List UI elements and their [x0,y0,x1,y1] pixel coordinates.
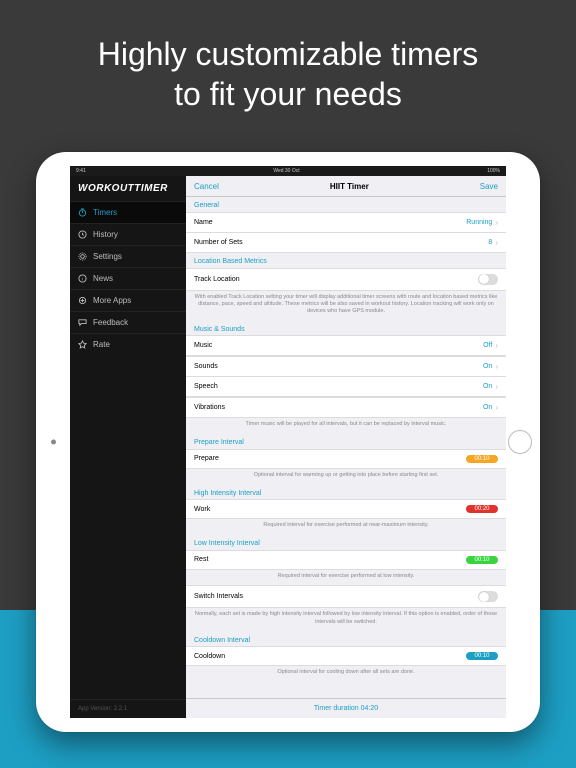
sidebar-item-label: Rate [93,340,110,349]
row-prepare[interactable]: Prepare00:10 [186,449,506,469]
sidebar-item-label: History [93,230,118,239]
pill-work: 00:20 [466,505,498,513]
section-header-prepare: Prepare Interval [186,434,506,449]
camera-dot [51,440,56,445]
row-rest[interactable]: Rest00:10 [186,550,506,570]
toggle-switch-intervals[interactable] [478,591,498,602]
section-header-high: High Intensity Interval [186,485,506,500]
row-cooldown[interactable]: Cooldown00:10 [186,646,506,666]
hint-music: Timer music will be played for all inter… [186,418,506,434]
timer-duration-footer: Timer duration 04:20 [186,698,506,718]
chevron-right-icon: › [495,218,498,227]
gear-icon [78,252,87,261]
settings-pane: Cancel HIIT Timer Save General Name Runn… [186,176,506,718]
hint-switch: Normally, each set is made by high inten… [186,608,506,631]
hint-prepare: Optional interval for warming up or gett… [186,469,506,485]
hint-track-location: With enabled Track Location setting your… [186,291,506,321]
app-brand: WORKOUTTIMER [70,176,186,201]
section-header-music: Music & Sounds [186,321,506,336]
tablet-frame: 9:41 Wed 30 Oct 100% WORKOUTTIMER Timers [36,152,540,732]
section-header-low: Low Intensity Interval [186,535,506,550]
app-version: App Version: 2.2.1 [70,699,186,718]
status-bar: 9:41 Wed 30 Oct 100% [70,166,506,176]
history-icon [78,230,87,239]
sidebar-item-label: Timers [93,208,117,217]
home-button[interactable] [508,430,532,454]
sidebar-item-label: More Apps [93,296,131,305]
sidebar-item-feedback[interactable]: Feedback [70,311,186,333]
sidebar-item-timers[interactable]: Timers [70,201,186,223]
timer-icon [78,208,87,217]
section-header-cooldown: Cooldown Interval [186,632,506,647]
sidebar-item-news[interactable]: i News [70,267,186,289]
sidebar-item-label: News [93,274,113,283]
svg-text:i: i [82,276,83,281]
apps-icon [78,296,87,305]
row-work[interactable]: Work00:20 [186,499,506,519]
row-music[interactable]: MusicOff› [186,335,506,356]
sidebar-item-history[interactable]: History [70,223,186,245]
hint-cooldown: Optional interval for cooling down after… [186,666,506,682]
row-sounds[interactable]: SoundsOn› [186,356,506,377]
page-title: HIIT Timer [330,182,369,191]
sidebar-item-rate[interactable]: Rate [70,333,186,355]
section-header-location: Location Based Metrics [186,253,506,268]
sidebar-item-label: Settings [93,252,122,261]
row-number-of-sets[interactable]: Number of Sets 8› [186,232,506,253]
sidebar-item-label: Feedback [93,318,128,327]
sidebar-item-settings[interactable]: Settings [70,245,186,267]
row-vibrations[interactable]: VibrationsOn› [186,397,506,418]
save-button[interactable]: Save [480,182,498,191]
toggle-track-location[interactable] [478,274,498,285]
sidebar-item-more-apps[interactable]: More Apps [70,289,186,311]
hint-high: Required interval for exercise performed… [186,519,506,535]
feedback-icon [78,318,87,327]
row-switch-intervals[interactable]: Switch Intervals [186,585,506,608]
star-icon [78,340,87,349]
marketing-headline: Highly customizable timers to fit your n… [0,34,576,114]
cancel-button[interactable]: Cancel [194,182,219,191]
section-header-general: General [186,197,506,212]
row-track-location[interactable]: Track Location [186,268,506,291]
row-name[interactable]: Name Running› [186,212,506,233]
hint-low: Required interval for exercise performed… [186,570,506,586]
pill-prepare: 00:10 [466,455,498,463]
news-icon: i [78,274,87,283]
chevron-right-icon: › [495,238,498,247]
pill-cooldown: 00:10 [466,652,498,660]
pill-rest: 00:10 [466,556,498,564]
row-speech[interactable]: SpeechOn› [186,376,506,397]
sidebar: WORKOUTTIMER Timers History Settings [70,176,186,718]
